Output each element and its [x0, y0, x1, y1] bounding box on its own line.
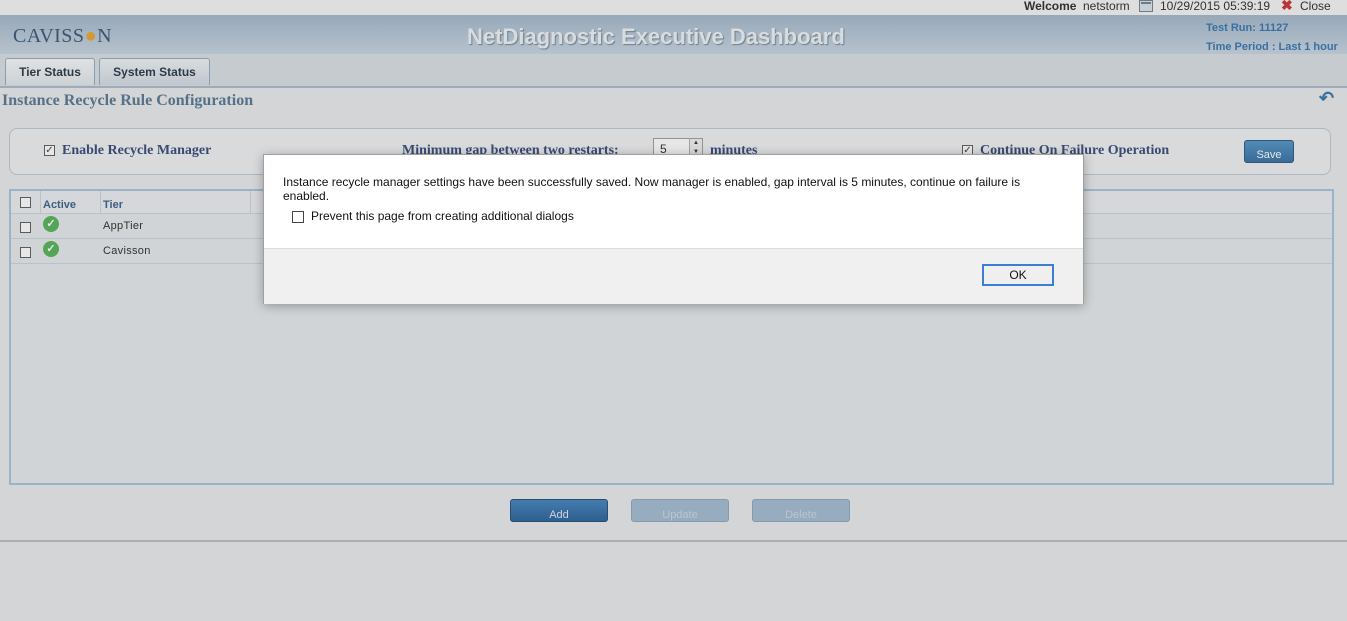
modal-overlay	[0, 0, 1347, 621]
dialog-footer: OK	[264, 248, 1083, 304]
dialog-message: Instance recycle manager settings have b…	[283, 175, 1021, 203]
ok-button[interactable]: OK	[982, 264, 1054, 286]
prevent-dialogs-checkbox[interactable]	[292, 211, 304, 223]
prevent-dialogs-label[interactable]: Prevent this page from creating addition…	[311, 209, 574, 223]
alert-dialog: Instance recycle manager settings have b…	[263, 154, 1084, 304]
